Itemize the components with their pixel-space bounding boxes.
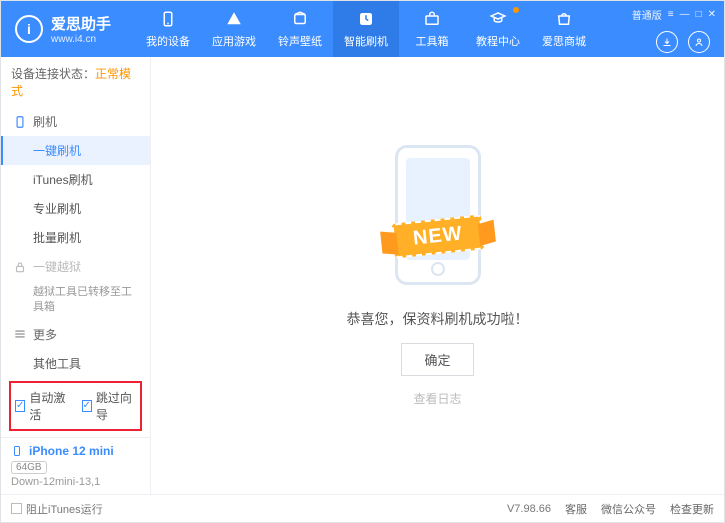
menu-icon[interactable]: ≡ bbox=[668, 9, 674, 20]
user-button[interactable] bbox=[688, 31, 710, 53]
device-card[interactable]: iPhone 12 mini 64GB Down-12mini-13,1 bbox=[1, 437, 150, 494]
apps-icon bbox=[224, 9, 244, 29]
checkbox-block-itunes[interactable]: 阻止iTunes运行 bbox=[11, 501, 103, 517]
phone-graphic-icon bbox=[395, 145, 481, 285]
app-window: i 爱思助手 www.i4.cn 我的设备 应用游戏 铃声壁纸 智能刷机 bbox=[0, 0, 725, 523]
jailbreak-note: 越狱工具已转移至工具箱 bbox=[1, 281, 150, 320]
connection-status: 设备连接状态：正常模式 bbox=[1, 57, 150, 107]
nav-badge-icon bbox=[513, 7, 519, 13]
success-message: 恭喜您，保资料刷机成功啦！ bbox=[347, 309, 529, 329]
more-icon bbox=[13, 327, 27, 341]
sidebar-item-batch-flash[interactable]: 批量刷机 bbox=[1, 223, 150, 252]
titlebar: i 爱思助手 www.i4.cn 我的设备 应用游戏 铃声壁纸 智能刷机 bbox=[1, 1, 724, 57]
section-flash[interactable]: 刷机 bbox=[1, 107, 150, 136]
section-jailbreak: 一键越狱 bbox=[1, 252, 150, 281]
toolbox-icon bbox=[422, 9, 442, 29]
body: 设备连接状态：正常模式 刷机 一键刷机 iTunes刷机 专业刷机 批量刷机 一… bbox=[1, 57, 724, 494]
maximize-icon[interactable]: □ bbox=[696, 9, 702, 20]
sidebar-item-oneclick-flash[interactable]: 一键刷机 bbox=[1, 136, 150, 165]
check-icon: ✓ bbox=[82, 400, 92, 412]
lock-icon bbox=[13, 260, 27, 274]
device-icon bbox=[158, 9, 178, 29]
flash-icon bbox=[356, 9, 376, 29]
sidebar-list: 刷机 一键刷机 iTunes刷机 专业刷机 批量刷机 一键越狱 越狱工具已转移至… bbox=[1, 107, 150, 375]
highlighted-checkboxes: ✓自动激活 ✓跳过向导 bbox=[9, 381, 142, 431]
sidebar-item-itunes-flash[interactable]: iTunes刷机 bbox=[1, 165, 150, 194]
storage-badge: 64GB bbox=[11, 461, 47, 474]
nav-flash[interactable]: 智能刷机 bbox=[333, 1, 399, 57]
section-more[interactable]: 更多 bbox=[1, 320, 150, 349]
device-sub: Down-12mini-13,1 bbox=[11, 476, 140, 488]
checkbox-skip-guide[interactable]: ✓跳过向导 bbox=[82, 389, 137, 423]
app-name: 爱思助手 bbox=[51, 13, 111, 34]
ok-button[interactable]: 确定 bbox=[401, 343, 473, 376]
nav-tools[interactable]: 工具箱 bbox=[399, 1, 465, 57]
sidebar-item-other-tools[interactable]: 其他工具 bbox=[1, 349, 150, 375]
phone-icon bbox=[11, 445, 23, 457]
sidebar: 设备连接状态：正常模式 刷机 一键刷机 iTunes刷机 专业刷机 批量刷机 一… bbox=[1, 57, 151, 494]
download-button[interactable] bbox=[656, 31, 678, 53]
new-ribbon: NEW bbox=[391, 214, 484, 258]
ringtone-icon bbox=[290, 9, 310, 29]
footer: 阻止iTunes运行 V7.98.66 客服 微信公众号 检查更新 bbox=[1, 494, 724, 522]
success-illustration: NEW bbox=[368, 145, 508, 295]
customer-service-link[interactable]: 客服 bbox=[565, 501, 587, 517]
logo-icon: i bbox=[15, 15, 43, 43]
nav-apps[interactable]: 应用游戏 bbox=[201, 1, 267, 57]
nav-tutorials[interactable]: 教程中心 bbox=[465, 1, 531, 57]
sidebar-item-pro-flash[interactable]: 专业刷机 bbox=[1, 194, 150, 223]
version-label: V7.98.66 bbox=[507, 503, 551, 515]
main-content: NEW 恭喜您，保资料刷机成功啦！ 确定 查看日志 bbox=[151, 57, 724, 494]
tutorial-icon bbox=[488, 9, 508, 29]
vip-label[interactable]: 普通版 bbox=[632, 7, 662, 22]
wechat-link[interactable]: 微信公众号 bbox=[601, 501, 656, 517]
close-icon[interactable]: ✕ bbox=[708, 9, 716, 20]
checkbox-icon bbox=[11, 503, 22, 514]
nav-store[interactable]: 爱思商城 bbox=[531, 1, 597, 57]
window-controls: 普通版 ≡ — □ ✕ bbox=[624, 5, 724, 23]
minimize-icon[interactable]: — bbox=[680, 9, 690, 20]
view-log-link[interactable]: 查看日志 bbox=[413, 390, 461, 407]
titlebar-right: 普通版 ≡ — □ ✕ bbox=[624, 1, 724, 57]
checkbox-auto-activate[interactable]: ✓自动激活 bbox=[15, 389, 70, 423]
app-url: www.i4.cn bbox=[51, 34, 111, 45]
check-update-link[interactable]: 检查更新 bbox=[670, 501, 714, 517]
nav-my-device[interactable]: 我的设备 bbox=[135, 1, 201, 57]
phone-icon bbox=[13, 115, 27, 129]
nav-ringtones[interactable]: 铃声壁纸 bbox=[267, 1, 333, 57]
logo: i 爱思助手 www.i4.cn bbox=[1, 13, 125, 45]
check-icon: ✓ bbox=[15, 400, 25, 412]
nav: 我的设备 应用游戏 铃声壁纸 智能刷机 工具箱 教程中心 bbox=[135, 1, 597, 57]
store-icon bbox=[554, 9, 574, 29]
